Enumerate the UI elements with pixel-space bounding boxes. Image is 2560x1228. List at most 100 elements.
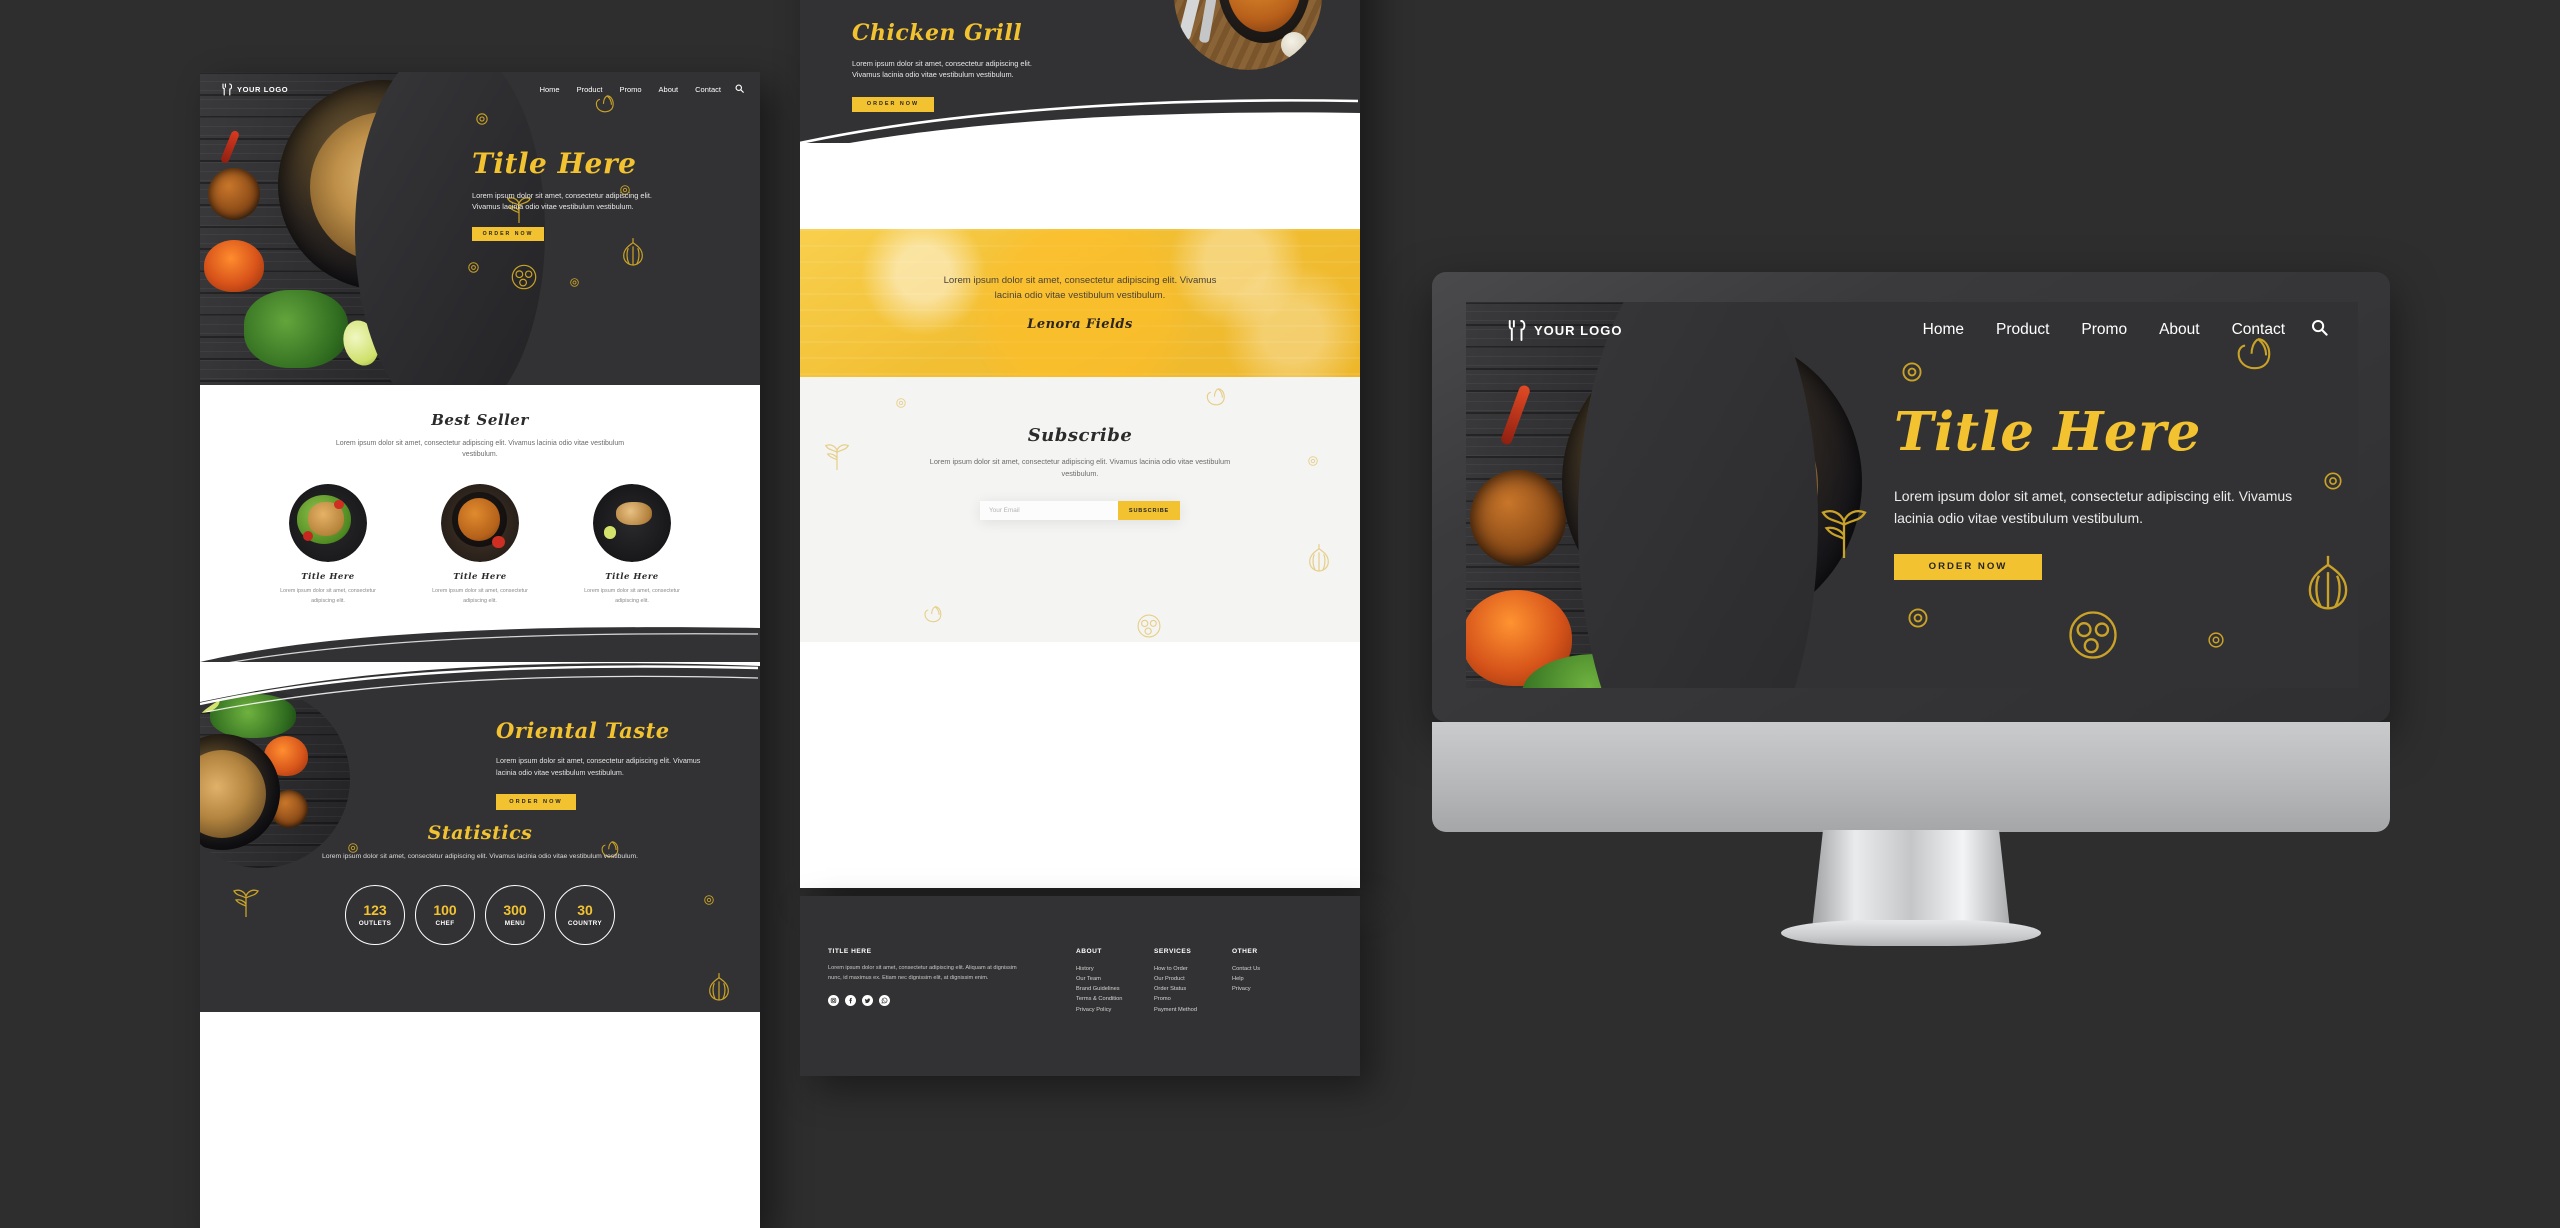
site-navigation[interactable]: YOUR LOGO Home Product Promo About Conta… — [1466, 302, 2358, 358]
oriental-taste-section: Oriental Taste Lorem ipsum dolor sit ame… — [200, 662, 760, 1012]
stat-item: 30 COUNTRY — [555, 884, 615, 945]
card-title: Title Here — [301, 572, 355, 583]
mobile-page-mockup-middle: Chicken Grill Lorem ipsum dolor sit amet… — [800, 0, 1360, 888]
hero-content: Title Here Lorem ipsum dolor sit amet, c… — [472, 150, 722, 241]
doodle-spice-icon — [570, 274, 579, 292]
nav-item-product[interactable]: Product — [1996, 321, 2049, 339]
nav-item-about[interactable]: About — [659, 85, 679, 94]
best-seller-card[interactable]: Title Here Lorem ipsum dolor sit amet, c… — [274, 484, 382, 605]
hero-food-photo — [1466, 302, 1862, 688]
logo[interactable]: YOUR LOGO — [1508, 319, 1622, 342]
card-body: Lorem ipsum dolor sit amet, consectetur … — [280, 588, 376, 604]
stat-value: 300 — [503, 901, 527, 918]
spacer-white — [800, 143, 1360, 229]
nav-item-product[interactable]: Product — [577, 85, 603, 94]
instagram-icon[interactable] — [828, 994, 839, 1006]
nav-item-contact[interactable]: Contact — [695, 85, 721, 94]
statistics-list: 123 OUTLETS 100 CHEF 300 MENU 30 COUNTRY — [200, 884, 760, 945]
footer-link[interactable]: Promo — [1154, 994, 1232, 1004]
logo[interactable]: YOUR LOGO — [222, 82, 288, 96]
monitor-chin — [1432, 722, 2390, 832]
doodle-spice-icon — [1908, 608, 1928, 633]
best-seller-title: Best Seller — [431, 411, 529, 429]
nav-item-home[interactable]: Home — [540, 85, 560, 94]
doodle-tomato-slice-icon — [2066, 610, 2120, 665]
nav-menu[interactable]: Home Product Promo About Contact — [540, 85, 721, 94]
hero-body: Lorem ipsum dolor sit amet, consectetur … — [1894, 488, 2293, 527]
doodle-onion-icon — [1306, 543, 1332, 578]
footer-link[interactable]: Help — [1232, 974, 1310, 984]
footer-link[interactable]: How to Order — [1154, 964, 1232, 974]
nav-menu[interactable]: Home Product Promo About Contact — [1923, 321, 2285, 339]
search-icon[interactable] — [735, 80, 744, 98]
hero-order-now-button[interactable]: ORDER NOW — [472, 226, 544, 241]
footer-link[interactable]: History — [1076, 964, 1154, 974]
best-seller-card-list: Title Here Lorem ipsum dolor sit amet, c… — [200, 484, 760, 605]
noodles-photo-element — [1602, 378, 1818, 594]
brush-stroke-top — [200, 662, 760, 712]
subscribe-button[interactable]: SUBSCRIBE — [1118, 501, 1180, 521]
oriental-title: Oriental Taste — [496, 718, 670, 743]
nav-item-contact[interactable]: Contact — [2232, 321, 2285, 339]
desktop-monitor-mockup: YOUR LOGO Home Product Promo About Conta… — [1432, 272, 2390, 946]
footer-link-list[interactable]: How to Order Our Product Order Status Pr… — [1154, 964, 1232, 1015]
footer-brand-body: Lorem ipsum dolor sit amet, consectetur … — [828, 965, 1017, 981]
oriental-content: Oriental Taste Lorem ipsum dolor sit ame… — [496, 718, 726, 811]
oriental-body: Lorem ipsum dolor sit amet, consectetur … — [496, 756, 701, 777]
facebook-icon[interactable] — [845, 994, 856, 1006]
footer-link-list[interactable]: History Our Team Brand Guidelines Terms … — [1076, 964, 1154, 1015]
oriental-order-now-button[interactable]: ORDER NOW — [496, 794, 576, 811]
best-seller-card[interactable]: Title Here Lorem ipsum dolor sit amet, c… — [578, 484, 686, 605]
nav-item-promo[interactable]: Promo — [2081, 321, 2127, 339]
email-input[interactable] — [980, 501, 1118, 521]
hero-order-now-button[interactable]: ORDER NOW — [1894, 553, 2042, 580]
footer-link[interactable]: Brand Guidelines — [1076, 984, 1154, 994]
footer-mockup: TITLE HERE Lorem ipsum dolor sit amet, c… — [800, 896, 1360, 1076]
stat-item: 100 CHEF — [415, 884, 475, 945]
spice-bowl-photo-element — [1470, 470, 1566, 566]
stat-value: 30 — [577, 901, 593, 918]
spice-bowl-photo-element — [208, 168, 260, 220]
footer-link[interactable]: Contact Us — [1232, 964, 1310, 974]
footer-column-heading: OTHER — [1232, 948, 1258, 955]
nav-item-promo[interactable]: Promo — [619, 85, 641, 94]
best-seller-section: Best Seller Lorem ipsum dolor sit amet, … — [200, 385, 760, 668]
footer-link-list[interactable]: Contact Us Help Privacy — [1232, 964, 1310, 994]
grill-body: Lorem ipsum dolor sit amet, consectetur … — [852, 59, 1032, 80]
site-navigation[interactable]: YOUR LOGO Home Product Promo About Conta… — [200, 72, 760, 106]
twitter-icon[interactable] — [862, 994, 873, 1006]
card-body: Lorem ipsum dolor sit amet, consectetur … — [432, 588, 528, 604]
search-icon[interactable] — [2311, 319, 2328, 341]
footer-link[interactable]: Terms & Condition — [1076, 994, 1154, 1004]
monitor-foot — [1781, 920, 2041, 946]
subscribe-subtitle: Lorem ipsum dolor sit amet, consectetur … — [929, 457, 1231, 478]
nav-item-home[interactable]: Home — [1923, 321, 1964, 339]
best-seller-card[interactable]: Title Here Lorem ipsum dolor sit amet, c… — [426, 484, 534, 605]
card-title: Title Here — [453, 572, 507, 583]
statistics-subtitle: Lorem ipsum dolor sit amet, consectetur … — [321, 853, 639, 860]
whatsapp-icon[interactable] — [879, 994, 890, 1006]
footer-link[interactable]: Our Team — [1076, 974, 1154, 984]
footer-link[interactable]: Privacy Policy — [1076, 1005, 1154, 1015]
footer-link[interactable]: Order Status — [1154, 984, 1232, 994]
stat-label: CHEF — [435, 919, 455, 927]
testimonial-section: Lorem ipsum dolor sit amet, consectetur … — [800, 229, 1360, 377]
hero-content: Title Here Lorem ipsum dolor sit amet, c… — [1894, 406, 2334, 580]
grill-content: Chicken Grill Lorem ipsum dolor sit amet… — [852, 20, 1112, 112]
logo-text: YOUR LOGO — [1534, 322, 1623, 338]
card-body: Lorem ipsum dolor sit amet, consectetur … — [584, 588, 680, 604]
footer-link[interactable]: Payment Method — [1154, 1005, 1232, 1015]
subscribe-title: Subscribe — [1027, 425, 1133, 446]
hero-food-photo — [200, 72, 545, 385]
footer-link[interactable]: Privacy — [1232, 984, 1310, 994]
footer-column-about: ABOUT History Our Team Brand Guidelines … — [1076, 948, 1154, 1015]
card-thumbnail — [289, 484, 367, 563]
footer-column-other: OTHER Contact Us Help Privacy — [1232, 948, 1310, 1015]
nav-item-about[interactable]: About — [2159, 321, 2200, 339]
testimonial-author: Lenora Fields — [1027, 316, 1133, 332]
footer-link[interactable]: Our Product — [1154, 974, 1232, 984]
subscribe-form[interactable]: SUBSCRIBE — [980, 501, 1180, 521]
fork-knife-icon — [222, 82, 233, 96]
grill-order-now-button[interactable]: ORDER NOW — [852, 96, 934, 112]
social-links[interactable] — [828, 994, 1024, 1006]
